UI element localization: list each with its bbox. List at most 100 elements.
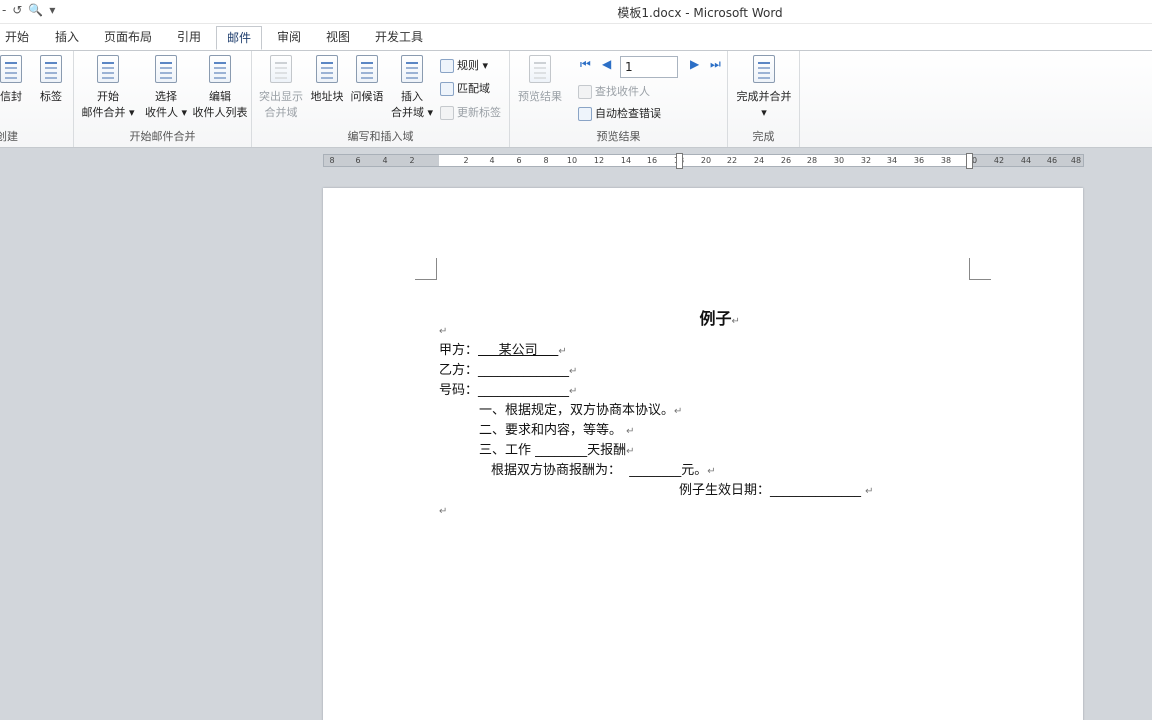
ruler-tick: 2 [409, 156, 415, 165]
greeting-line-button[interactable]: 问候语 [348, 55, 386, 105]
group-label-write-insert: 编写和插入域 [347, 130, 414, 143]
tab-home[interactable]: 开始 [0, 26, 34, 50]
address-block-button[interactable]: 地址块 [308, 55, 346, 105]
first-record-icon[interactable]: ⏮ [580, 57, 591, 72]
ruler-tick: 34 [886, 156, 898, 165]
ruler-tick: 4 [382, 156, 388, 165]
insert-field-icon [401, 55, 423, 83]
ruler-tick: 44 [1020, 156, 1032, 165]
record-number-input[interactable]: 1 [620, 56, 678, 78]
ruler-tick: 8 [543, 156, 549, 165]
labels-button[interactable]: 标签 [34, 55, 68, 105]
party-a-line: 甲方： 某公司 ↵ [439, 343, 567, 358]
payment-line: 根据双方协商报酬为： ________元。↵ [491, 463, 716, 478]
ruler-tick: 26 [780, 156, 792, 165]
highlight-fields-icon [270, 55, 292, 83]
group-label-preview-results: 预览结果 [596, 130, 641, 143]
ruler-tick: 4 [489, 156, 495, 165]
preview-results-icon [529, 55, 551, 83]
document-page[interactable]: 例子↵ ↵ 甲方： 某公司 ↵ 乙方：______________↵ 号码：__… [323, 188, 1083, 720]
group-finish: 完成并合并 ▾ 完成 [728, 51, 800, 147]
next-record-icon[interactable]: ▶ [690, 57, 699, 71]
rules-icon [440, 59, 454, 73]
ruler-tick: 8 [329, 156, 335, 165]
tab-view[interactable]: 视图 [318, 26, 358, 50]
ruler-tick: 22 [726, 156, 738, 165]
ruler-tick: 42 [993, 156, 1005, 165]
party-a-value: 某公司 [478, 343, 559, 358]
tab-review[interactable]: 审阅 [270, 26, 308, 50]
address-block-icon [316, 55, 338, 83]
envelope-button[interactable]: 信封 [0, 55, 28, 105]
find-recipient-icon [578, 85, 592, 99]
auto-check-errors-button[interactable]: 自动检查错误 [578, 105, 661, 123]
tab-references[interactable]: 引用 [170, 26, 208, 50]
paragraph-mark: ↵ [731, 316, 740, 327]
envelope-icon [0, 55, 22, 83]
item-2-line: 二、要求和内容，等等。 ↵ [479, 423, 635, 438]
margin-corner-top-left [415, 258, 437, 280]
ribbon: 信封 标签 创建 开始 邮件合并 ▾ 选择 收件人 ▾ 编辑 收件人列表 开始邮… [0, 50, 1152, 148]
match-fields-button[interactable]: 匹配域 [440, 80, 490, 98]
auto-check-errors-icon [578, 107, 592, 121]
group-label-finish: 完成 [752, 130, 775, 143]
greeting-line-icon [356, 55, 378, 83]
document-title: 例子 [699, 309, 732, 328]
preview-results-button[interactable]: 预览结果 [514, 55, 566, 105]
ruler-tick: 12 [593, 156, 605, 165]
empty-paragraph: ↵ [439, 326, 448, 337]
horizontal-ruler[interactable]: 8 6 4 2 2 4 6 8 10 12 14 16 18 20 22 24 … [323, 153, 1084, 169]
update-labels-button[interactable]: 更新标签 [440, 104, 501, 122]
item-1-line: 一、根据规定，双方协商本协议。↵ [479, 403, 683, 418]
ruler-tick: 24 [753, 156, 765, 165]
select-recipients-button[interactable]: 选择 收件人 ▾ [138, 55, 194, 121]
tab-mailings[interactable]: 邮件 [216, 26, 262, 50]
edit-recipient-list-button[interactable]: 编辑 收件人列表 [190, 55, 250, 121]
previous-record-icon[interactable]: ◀ [602, 57, 611, 71]
highlight-merge-fields-button[interactable]: 突出显示 合并域 [256, 55, 306, 121]
ruler-tick: 30 [833, 156, 845, 165]
finish-and-merge-button[interactable]: 完成并合并 ▾ [730, 55, 798, 121]
group-label-create: 创建 [0, 130, 18, 143]
insert-merge-field-button[interactable]: 插入 合并域 ▾ [388, 55, 436, 121]
ruler-tick: 48 [1070, 156, 1082, 165]
ruler-tick: 20 [700, 156, 712, 165]
ruler-tick: 36 [913, 156, 925, 165]
window-title: 模板1.docx - Microsoft Word [617, 6, 783, 20]
ruler-tick: 10 [566, 156, 578, 165]
ruler-tick: 38 [940, 156, 952, 165]
finish-merge-icon [753, 55, 775, 83]
labels-icon [40, 55, 62, 83]
tab-developer[interactable]: 开发工具 [368, 26, 430, 50]
recipients-icon [155, 55, 177, 83]
number-line: 号码：______________↵ [439, 383, 578, 398]
empty-paragraph: ↵ [439, 506, 448, 517]
find-recipient-button[interactable]: 查找收件人 [578, 83, 650, 101]
mail-merge-icon [97, 55, 119, 83]
last-record-icon[interactable]: ⏭ [710, 57, 721, 72]
effective-date-line: 例子生效日期：______________ ↵ [679, 483, 874, 498]
tab-insert[interactable]: 插入 [48, 26, 86, 50]
group-preview-results: 预览结果 ⏮ ◀ 1 ▶ ⏭ 查找收件人 自动检查错误 预览结果 [510, 51, 728, 147]
ruler-tick: 28 [806, 156, 818, 165]
group-label-start-mail-merge: 开始邮件合并 [129, 130, 196, 143]
ruler-tick: 6 [516, 156, 522, 165]
ribbon-tabs: 开始 插入 页面布局 引用 邮件 审阅 视图 开发工具 [0, 24, 1152, 50]
first-line-indent-handle[interactable] [676, 153, 683, 169]
group-create: 信封 标签 创建 [0, 51, 74, 147]
update-labels-icon [440, 106, 454, 120]
tab-page-layout[interactable]: 页面布局 [100, 26, 156, 50]
start-mail-merge-button[interactable]: 开始 邮件合并 ▾ [78, 55, 138, 121]
party-b-line: 乙方：______________↵ [439, 363, 578, 378]
item-3-line: 三、工作 ________天报酬↵ [479, 443, 635, 458]
margin-corner-top-right [969, 258, 991, 280]
match-fields-icon [440, 82, 454, 96]
edit-list-icon [209, 55, 231, 83]
ruler-tick: 14 [620, 156, 632, 165]
right-indent-handle[interactable] [966, 153, 973, 169]
ruler-tick: 32 [860, 156, 872, 165]
title-bar: - ↺ 🔍 ▾ 模板1.docx - Microsoft Word [0, 0, 1152, 24]
ruler-tick: 16 [646, 156, 658, 165]
rules-button[interactable]: 规则 ▾ [440, 57, 488, 75]
ruler-tick: 2 [463, 156, 469, 165]
